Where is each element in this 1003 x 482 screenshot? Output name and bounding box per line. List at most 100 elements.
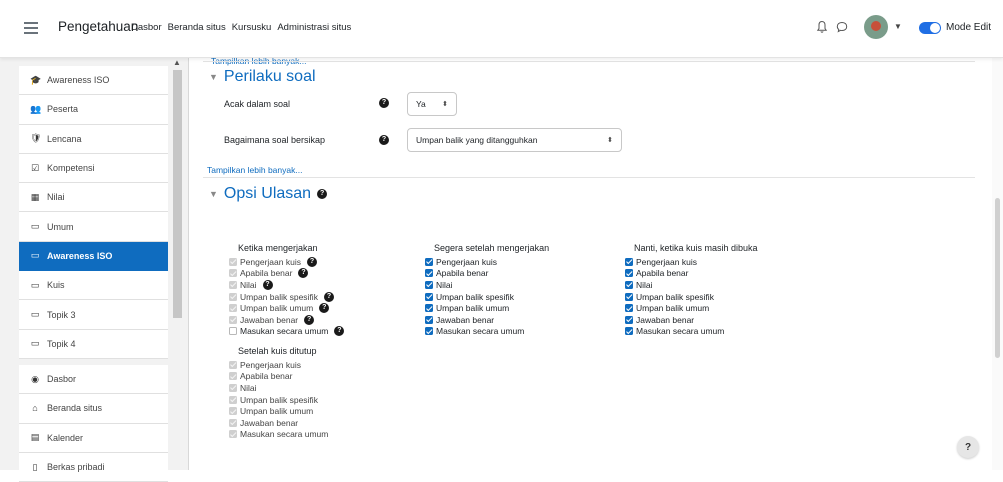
drawer-item-nilai[interactable]: ▦ Nilai	[19, 183, 168, 213]
select-arrow-icon: ⬍	[442, 101, 448, 108]
show-more-link[interactable]: Tampilkan lebih banyak...	[211, 58, 306, 66]
help-icon[interactable]: ?	[379, 135, 389, 145]
drawer-item-topik-3[interactable]: ▭ Topik 3	[19, 300, 168, 330]
review-option-row: Nilai	[625, 279, 758, 291]
help-icon[interactable]: ?	[306, 256, 317, 267]
help-icon[interactable]: ?	[323, 291, 334, 302]
drawer-scroll-thumb[interactable]	[173, 70, 182, 318]
menu-icon[interactable]	[24, 22, 38, 34]
calendar-icon: ▤	[30, 432, 40, 443]
home-icon: ⌂	[32, 403, 38, 414]
main-content: Tampilkan lebih banyak... ▼ Perilaku soa…	[189, 58, 1003, 470]
review-option-row: Nilai	[425, 279, 549, 291]
review-checkbox[interactable]	[625, 280, 633, 289]
drawer-item-dasbor[interactable]: ◉ Dasbor	[19, 364, 168, 395]
review-checkbox	[229, 383, 237, 392]
drawer-item-awareness-iso[interactable]: 🎓 Awareness ISO	[19, 66, 168, 96]
acak-select[interactable]: Ya ⬍	[407, 92, 457, 116]
review-checkbox[interactable]	[625, 327, 633, 336]
review-checkbox	[229, 407, 237, 416]
review-option-row: Masukan secara umum?	[229, 326, 345, 338]
help-icon[interactable]: ?	[379, 98, 389, 108]
avatar[interactable]	[864, 15, 888, 39]
show-more-link[interactable]: Tampilkan lebih banyak...	[207, 165, 302, 175]
drawer-scrollbar[interactable]: ▲	[170, 58, 184, 470]
checkbox-icon: ☑	[30, 162, 40, 173]
help-icon[interactable]: ?	[304, 314, 315, 325]
drawer-item-berkas-pribadi[interactable]: ▯ Berkas pribadi	[19, 452, 168, 482]
column-title: Setelah kuis ditutup	[238, 346, 317, 356]
review-option-label: Umpan balik spesifik	[240, 394, 318, 405]
review-option-row: Umpan balik spesifik	[425, 291, 549, 303]
review-option-row: Nilai?	[229, 279, 344, 291]
review-checkbox[interactable]	[425, 304, 433, 313]
site-brand[interactable]: Pengetahuan	[58, 19, 138, 34]
edit-mode-toggle[interactable]	[919, 22, 941, 34]
review-checkbox[interactable]	[625, 257, 633, 266]
review-option-row: Nilai	[229, 382, 328, 394]
review-checkbox[interactable]	[425, 315, 433, 324]
review-checkbox[interactable]	[425, 327, 433, 336]
collapse-caret-icon: ▼	[209, 72, 218, 82]
review-option-label: Masukan secara umum	[240, 326, 329, 337]
drawer-item-beranda-situs[interactable]: ⌂ Beranda situs	[19, 394, 168, 424]
folder-icon: ▭	[30, 309, 40, 320]
drawer-item-label: Dasbor	[47, 374, 77, 385]
help-icon[interactable]: ?	[334, 326, 345, 337]
review-checkbox[interactable]	[425, 269, 433, 278]
help-button[interactable]: ?	[957, 436, 979, 458]
bell-icon[interactable]	[816, 20, 828, 34]
file-icon: ▯	[32, 461, 38, 472]
drawer-item-lencana[interactable]: 🛡 Lencana	[19, 124, 168, 154]
review-checkbox	[229, 257, 237, 266]
nav-dasbor[interactable]: Dasbor	[131, 22, 162, 33]
review-checkbox[interactable]	[425, 280, 433, 289]
drawer-item-label: Kalender	[47, 432, 84, 443]
review-option-label: Apabila benar	[240, 371, 293, 382]
drawer-item-umum[interactable]: ▭ Umum	[19, 212, 168, 242]
review-checkbox[interactable]	[229, 327, 237, 336]
bagaimana-select[interactable]: Umpan balik yang ditangguhkan ⬍	[407, 128, 622, 152]
select-arrow-icon: ⬍	[607, 137, 613, 144]
drawer-item-kompetensi[interactable]: ☑ Kompetensi	[19, 153, 168, 184]
review-checkbox[interactable]	[625, 269, 633, 278]
review-option-label: Apabila benar	[436, 268, 489, 279]
review-option-row: Apabila benar	[625, 268, 758, 280]
review-checkbox[interactable]	[625, 304, 633, 313]
nav-beranda-situs[interactable]: Beranda situs	[168, 22, 226, 33]
column-title: Ketika mengerjakan	[238, 243, 318, 253]
drawer-item-kuis[interactable]: ▭ Kuis	[19, 271, 168, 301]
review-checkbox[interactable]	[425, 292, 433, 301]
review-option-row: Apabila benar	[425, 268, 549, 280]
drawer-item-awareness-iso[interactable]: ▭ Awareness ISO	[19, 241, 168, 272]
collapse-caret-icon: ▼	[209, 189, 218, 199]
acak-select-value: Ya	[416, 99, 426, 109]
review-option-label: Jawaban benar	[436, 314, 495, 325]
drawer-item-peserta[interactable]: 👥 Peserta	[19, 95, 168, 125]
nav-administrasi-situs[interactable]: Administrasi situs	[277, 22, 351, 33]
review-option-label: Umpan balik umum	[436, 303, 510, 314]
help-icon[interactable]: ?	[262, 279, 273, 290]
drawer-item-topik-4[interactable]: ▭ Topik 4	[19, 329, 168, 359]
scroll-up-icon[interactable]: ▲	[173, 58, 181, 67]
review-option-row: Pengerjaan kuis?	[229, 256, 344, 268]
page-scroll-thumb[interactable]	[995, 198, 1000, 358]
help-icon[interactable]: ?	[317, 189, 328, 199]
review-option-label: Nilai	[240, 382, 257, 393]
drawer-item-kalender[interactable]: ▤ Kalender	[19, 423, 168, 453]
review-checkbox	[229, 360, 237, 369]
review-option-label: Pengerjaan kuis	[240, 256, 301, 267]
review-checkbox[interactable]	[425, 257, 433, 266]
review-checkbox[interactable]	[625, 315, 633, 324]
drawer-item-label: Awareness ISO	[47, 250, 113, 261]
review-option-label: Apabila benar	[636, 268, 689, 279]
review-checkbox[interactable]	[625, 292, 633, 301]
help-icon[interactable]: ?	[319, 303, 330, 314]
section-perilaku-soal[interactable]: ▼ Perilaku soal	[209, 68, 316, 86]
nav-kursusku[interactable]: Kursusku	[232, 22, 272, 33]
section-opsi-ulasan[interactable]: ▼ Opsi Ulasan ?	[209, 185, 328, 203]
page-scrollbar[interactable]	[992, 58, 1003, 470]
help-icon[interactable]: ?	[298, 268, 309, 279]
chevron-down-icon[interactable]: ▼	[894, 22, 902, 31]
chat-icon[interactable]	[836, 21, 848, 33]
